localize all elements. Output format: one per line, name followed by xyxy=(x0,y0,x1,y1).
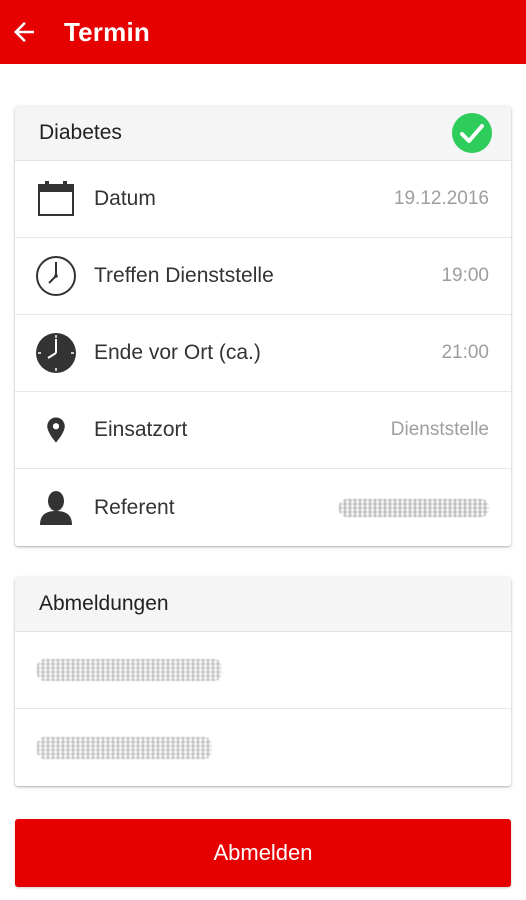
app-bar: Termin xyxy=(0,0,526,64)
card-header: Abmeldungen xyxy=(15,577,511,632)
row-label: Referent xyxy=(94,495,175,519)
check-circle-icon xyxy=(452,113,492,153)
calendar-icon xyxy=(35,178,77,220)
list-item xyxy=(15,632,511,709)
row-value: Dienststelle xyxy=(390,419,489,440)
clock-outline-icon xyxy=(35,255,77,297)
row-value: 19.12.2016 xyxy=(393,188,489,209)
page-title: Termin xyxy=(64,16,150,47)
abmelden-button[interactable]: Abmelden xyxy=(15,819,511,887)
appointment-card: Diabetes Datum 19.12.2016 Treffen Dienst… xyxy=(15,106,511,546)
abmeldungen-card: Abmeldungen xyxy=(15,577,511,786)
row-label: Einsatzort xyxy=(94,418,188,441)
row-treffen: Treffen Dienststelle 19:00 xyxy=(15,238,511,315)
card-title: Abmeldungen xyxy=(39,592,169,615)
arrow-back-icon xyxy=(14,22,34,42)
row-datum: Datum 19.12.2016 xyxy=(15,161,511,238)
redacted-name xyxy=(37,659,222,681)
location-pin-icon xyxy=(35,409,77,451)
row-label: Treffen Dienststelle xyxy=(94,264,274,287)
redacted-value xyxy=(339,498,489,517)
list-item xyxy=(15,709,511,786)
clock-filled-icon xyxy=(35,332,77,374)
row-value: 19:00 xyxy=(441,265,489,286)
row-label: Datum xyxy=(94,187,156,210)
redacted-name xyxy=(37,736,212,759)
row-einsatzort: Einsatzort Dienststelle xyxy=(15,392,511,469)
back-button[interactable] xyxy=(0,8,48,56)
row-referent: Referent xyxy=(15,469,511,546)
card-title: Diabetes xyxy=(39,121,122,144)
card-header: Diabetes xyxy=(15,106,511,161)
row-ende: Ende vor Ort (ca.) 21:00 xyxy=(15,315,511,392)
row-value: 21:00 xyxy=(441,342,489,363)
person-icon xyxy=(35,487,77,529)
row-label: Ende vor Ort (ca.) xyxy=(94,341,261,364)
